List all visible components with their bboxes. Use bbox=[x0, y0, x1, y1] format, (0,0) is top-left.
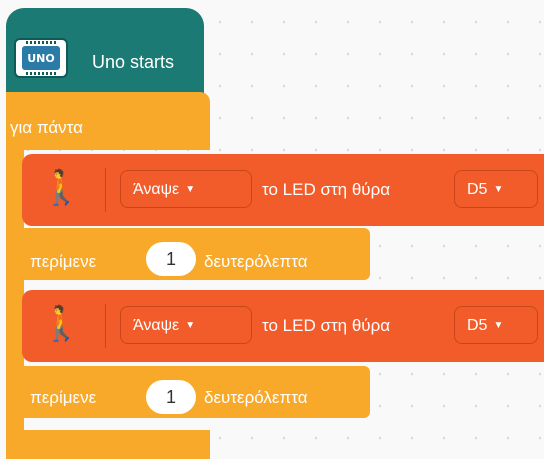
chevron-down-icon: ▼ bbox=[493, 184, 504, 195]
wait-seconds-input[interactable]: 1 bbox=[146, 242, 196, 276]
led-port-dropdown[interactable]: D5 ▼ bbox=[454, 170, 538, 208]
dropdown-value: Άναψε bbox=[133, 181, 180, 199]
wait-seconds-input[interactable]: 1 bbox=[146, 380, 196, 414]
wait-suffix: δευτερόλεπτα bbox=[204, 252, 308, 271]
led-action-dropdown[interactable]: Άναψε ▼ bbox=[120, 306, 252, 344]
led-block-text: το LED στη θύρα bbox=[262, 316, 391, 335]
forever-block-bottom bbox=[6, 430, 210, 459]
block-divider bbox=[105, 168, 106, 212]
dropdown-value: D5 bbox=[467, 181, 488, 199]
board-pins-top bbox=[26, 41, 56, 44]
led-block-text: το LED στη θύρα bbox=[262, 180, 391, 199]
chevron-down-icon: ▼ bbox=[185, 184, 196, 195]
led-action-dropdown[interactable]: Άναψε ▼ bbox=[120, 170, 252, 208]
led-people-icon: 🚶 bbox=[40, 305, 83, 343]
dropdown-value: D5 bbox=[467, 317, 488, 335]
hat-block-label: Uno starts bbox=[92, 52, 175, 72]
led-port-dropdown[interactable]: D5 ▼ bbox=[454, 306, 538, 344]
wait-suffix: δευτερόλεπτα bbox=[204, 388, 308, 407]
uno-board-label: UNO bbox=[22, 46, 60, 70]
uno-board-icon: UNO bbox=[14, 38, 68, 78]
block-divider bbox=[105, 304, 106, 348]
dropdown-value: Άναψε bbox=[133, 317, 180, 335]
led-people-icon: 🚶 bbox=[40, 169, 83, 207]
board-pins-bottom bbox=[26, 72, 56, 75]
forever-label: για πάντα bbox=[10, 118, 83, 137]
wait-prefix: περίμενε bbox=[30, 252, 97, 271]
chevron-down-icon: ▼ bbox=[493, 320, 504, 331]
chevron-down-icon: ▼ bbox=[185, 320, 196, 331]
wait-prefix: περίμενε bbox=[30, 388, 97, 407]
